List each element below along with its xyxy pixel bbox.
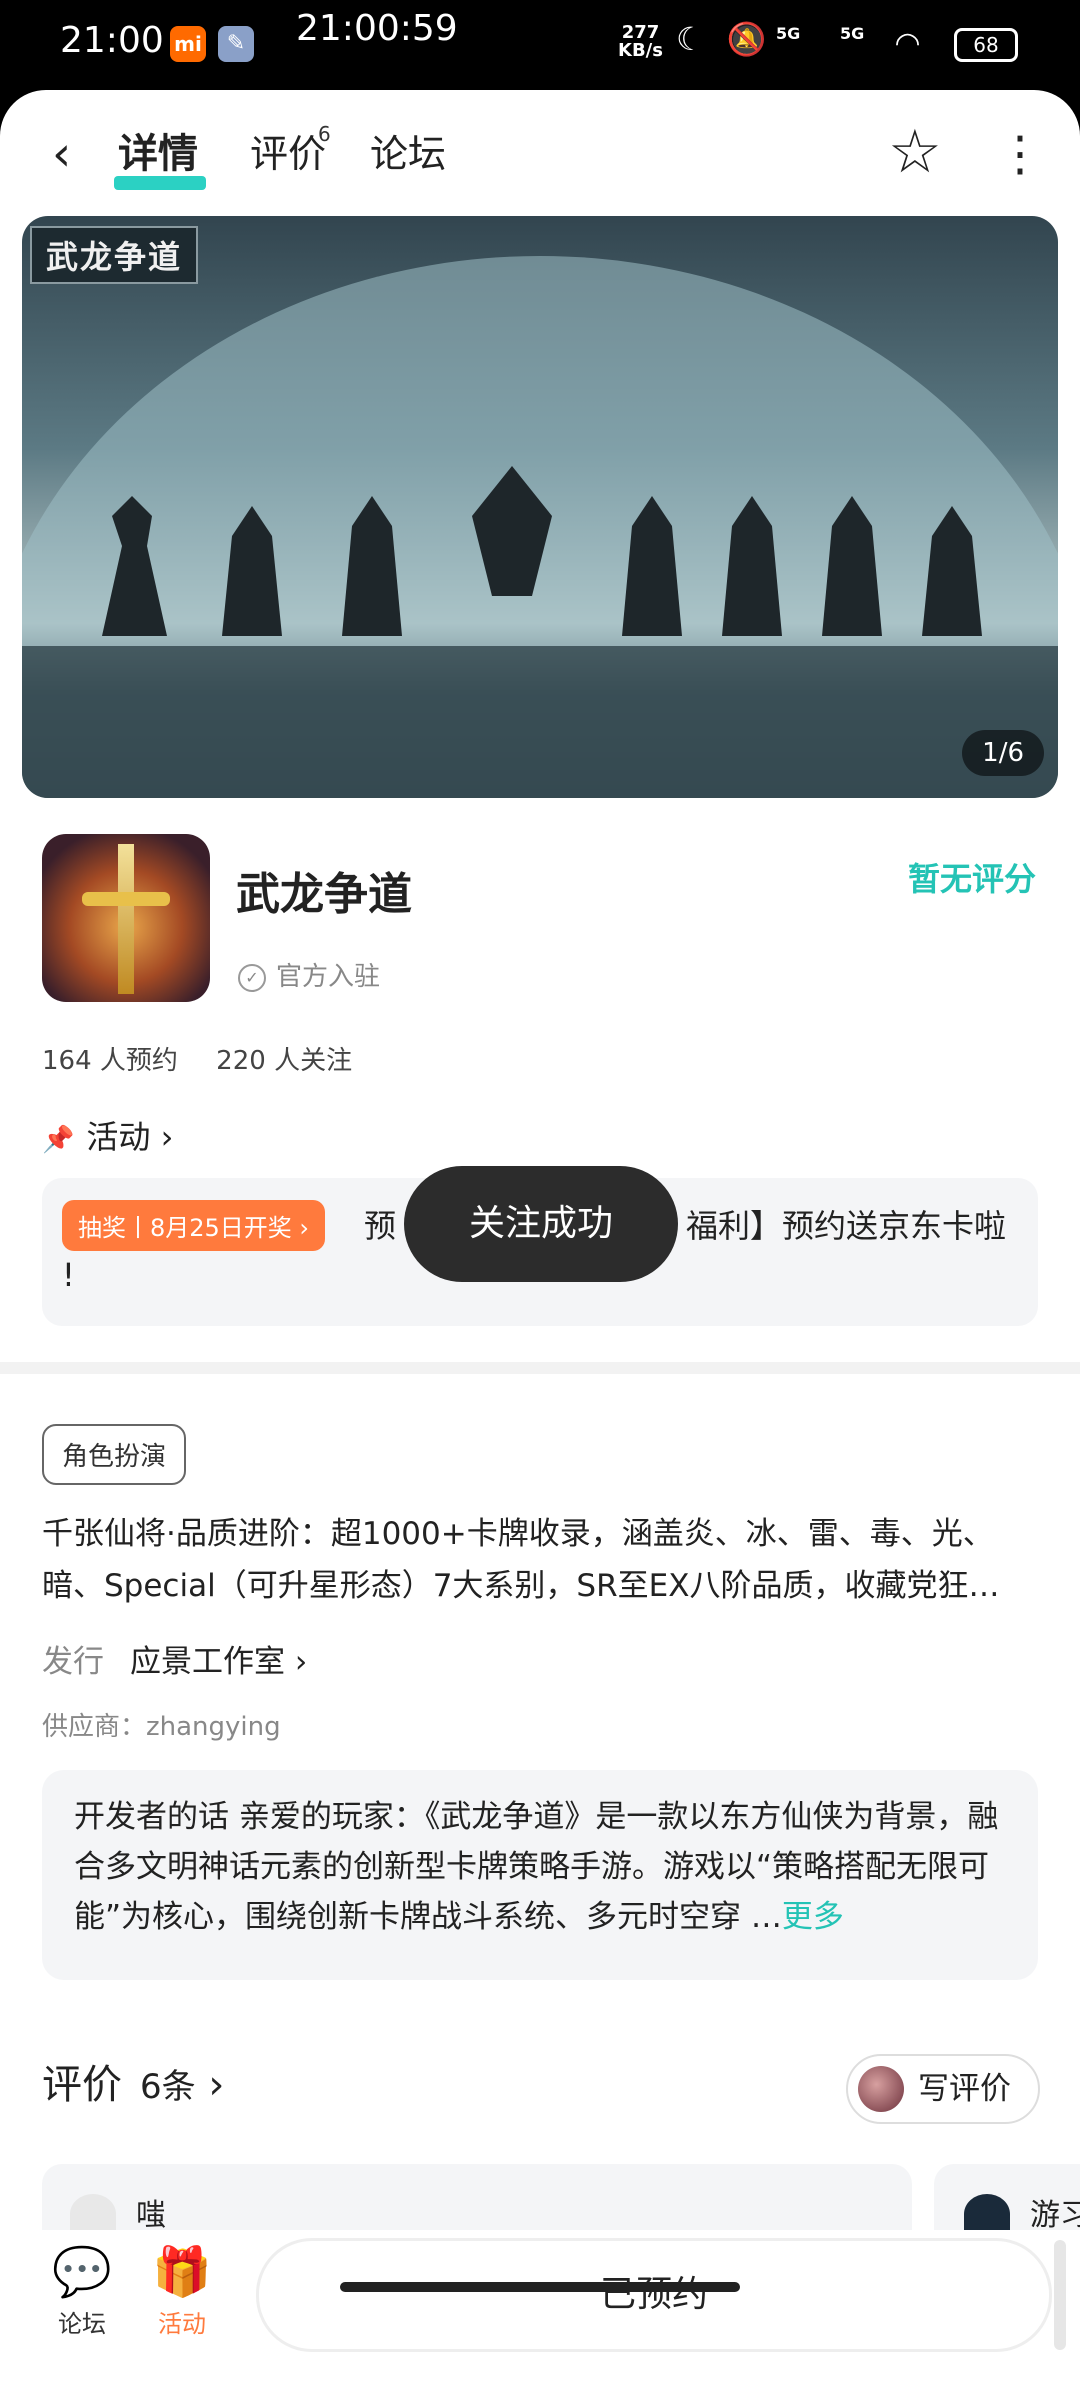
reviewer-name: 嗤	[136, 2198, 166, 2233]
bottom-action-bar: 💬 论坛 🎁 活动 已预约	[0, 2230, 1080, 2400]
user-avatar	[858, 2066, 904, 2112]
reserved-button[interactable]: 已预约	[256, 2238, 1052, 2352]
status-center-time: 21:00:59	[296, 8, 458, 49]
back-chevron-icon[interactable]: ‹	[52, 126, 71, 182]
chevron-right-icon: ›	[294, 1644, 308, 1680]
chevron-right-icon: ›	[208, 2062, 225, 2108]
tools-app-icon: ✎	[218, 26, 254, 62]
wifi-icon: ◠	[896, 26, 920, 61]
review-card[interactable]: 游习	[934, 2164, 1080, 2234]
app-stats: 164 人预约 220 人关注	[42, 1040, 382, 1077]
signal-5g-1: 5G	[776, 24, 801, 43]
activity-text-line2: !	[62, 1256, 75, 1294]
favorite-star-icon[interactable]: ☆	[888, 122, 942, 182]
banner-art	[22, 256, 1058, 798]
network-speed: 277 KB/s	[618, 22, 663, 61]
status-time: 21:00	[60, 20, 164, 61]
rating-text: 暂无评分	[907, 860, 1036, 898]
tab-reviews[interactable]: 评价	[250, 126, 326, 182]
gift-icon: 🎁	[152, 2244, 212, 2300]
mute-bell-icon: 🔕	[726, 20, 773, 58]
reviews-badge: 6	[318, 122, 331, 146]
reviewer-name: 游习	[1030, 2198, 1080, 2233]
game-description: 千张仙将·品质进阶：超1000+卡牌收录，涵盖炎、冰、雷、毒、光、暗、Speci…	[42, 1516, 1000, 1604]
app-title: 武龙争道	[236, 869, 412, 920]
status-bar: 21:00 mi ✎ 21:00:59 277 KB/s ☾ 🔕 5G 5G ◠ …	[0, 0, 1080, 90]
scroll-indicator	[1054, 2240, 1066, 2350]
review-card[interactable]: 嗤	[42, 2164, 912, 2234]
section-divider	[0, 1362, 1080, 1374]
developer-note-card[interactable]: 开发者的话 亲爱的玩家：《武龙争道》是一款以东方仙侠为背景，融合多文明神话元素的…	[42, 1770, 1038, 1980]
mi-app-icon: mi	[170, 26, 206, 62]
follower-count: 220 人关注	[216, 1046, 353, 1076]
tab-forum[interactable]: 论坛	[370, 126, 446, 182]
carousel-counter: 1/6	[962, 730, 1044, 776]
forum-button[interactable]: 💬 论坛	[32, 2240, 132, 2339]
developer-note-text: 开发者的话 亲爱的玩家：《武龙争道》是一款以东方仙侠为背景，融合多文明神话元素的…	[74, 1799, 999, 1935]
pin-icon: 📌	[42, 1125, 75, 1155]
check-circle-icon: ✓	[238, 963, 266, 992]
tab-details[interactable]: 详情	[118, 126, 198, 182]
official-badge: ✓ 官方入驻	[238, 956, 380, 993]
chevron-right-icon: ›	[160, 1118, 174, 1156]
genre-tag[interactable]: 角色扮演	[42, 1424, 187, 1485]
screenshot-carousel[interactable]: 武龙争道 1/6	[22, 216, 1058, 798]
publisher-row[interactable]: 发行 应景工作室 ›	[42, 1636, 307, 1681]
sword-guard-graphic	[82, 892, 170, 906]
reservation-count: 164 人预约	[42, 1046, 178, 1076]
app-icon	[42, 834, 210, 1002]
reviews-header[interactable]: 评价 6条 ›	[42, 2052, 224, 2110]
write-review-button[interactable]: 写评价	[846, 2054, 1040, 2124]
sword-graphic	[118, 844, 134, 994]
moon-icon: ☾	[676, 20, 711, 58]
status-icons: ☾ 🔕	[676, 20, 773, 58]
top-bar: ‹ 详情 评价 6 论坛 ☆ ⋮	[0, 90, 1080, 220]
chat-icon: 💬	[52, 2244, 112, 2300]
battery-indicator: 68	[954, 28, 1018, 62]
detail-sheet: ‹ 详情 评价 6 论坛 ☆ ⋮ 武龙争道 1/6 武龙争道 ✓ 官方入驻 暂无…	[0, 90, 1080, 2400]
lottery-tag: 抽奖丨8月25日开奖 ›	[62, 1200, 326, 1251]
supplier-text: 供应商：zhangying	[42, 1712, 281, 1742]
reviewer-avatar	[70, 2194, 116, 2234]
activity-section-header[interactable]: 📌 活动 ›	[42, 1112, 173, 1158]
more-options-icon[interactable]: ⋮	[996, 130, 1044, 178]
reviewer-avatar	[964, 2194, 1010, 2234]
signal-5g-2: 5G	[840, 24, 865, 43]
game-logo: 武龙争道	[30, 226, 199, 284]
activity-button[interactable]: 🎁 活动	[132, 2240, 232, 2339]
home-indicator[interactable]	[340, 2282, 740, 2292]
toast-message: 关注成功	[404, 1166, 678, 1282]
more-link[interactable]: 更多	[782, 1899, 844, 1935]
